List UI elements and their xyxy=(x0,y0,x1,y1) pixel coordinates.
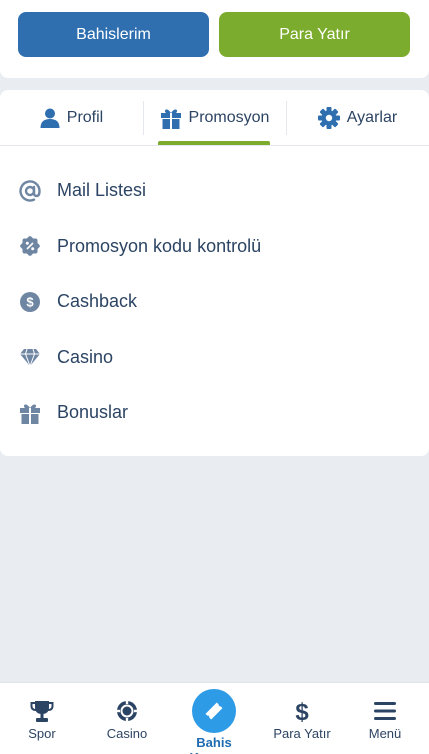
tab-profile-label: Profil xyxy=(66,109,104,126)
menu-item-label: Promosyon kodu kontrolü xyxy=(57,235,262,256)
nav-deposit[interactable]: $ Para Yatır xyxy=(262,683,342,754)
at-icon xyxy=(18,179,42,203)
user-icon xyxy=(40,108,60,128)
nav-bet-slip[interactable]: Bahis Kuponu xyxy=(170,683,258,754)
active-tab-indicator xyxy=(158,141,270,145)
menu-item-mail-list[interactable]: Mail Listesi xyxy=(0,163,429,219)
menu-item-label: Cashback xyxy=(57,291,138,312)
nav-casino[interactable]: Casino xyxy=(87,683,167,754)
gift-icon xyxy=(18,401,42,425)
menu-item-label: Mail Listesi xyxy=(57,180,147,201)
deposit-button[interactable]: Para Yatır xyxy=(219,12,410,57)
tab-promotion[interactable]: Promosyon xyxy=(143,90,286,146)
bottom-navigation: Spor Casino Bahis $ Para Yatır Menü xyxy=(0,682,429,754)
nav-menu-label: Menü xyxy=(368,726,402,741)
tab-settings[interactable]: Ayarlar xyxy=(286,90,429,146)
nav-deposit-label: Para Yatır xyxy=(273,726,331,741)
tab-settings-label: Ayarlar xyxy=(346,109,398,126)
percent-badge-icon xyxy=(18,234,42,258)
hamburger-icon xyxy=(373,699,397,723)
menu-item-cashback[interactable]: $ Cashback xyxy=(0,274,429,330)
account-panel: Profil Promosyon Ayarlar Mail Listesi Pr… xyxy=(0,90,429,456)
menu-item-label: Casino xyxy=(57,346,114,367)
gift-icon xyxy=(160,109,181,129)
tab-profile[interactable]: Profil xyxy=(0,90,143,146)
ticket-icon xyxy=(192,689,236,733)
nav-sports[interactable]: Spor xyxy=(2,683,82,754)
menu-item-bonuses[interactable]: Bonuslar xyxy=(0,385,429,441)
tab-promotion-label: Promosyon xyxy=(188,109,270,126)
menu-item-label: Bonuslar xyxy=(57,402,129,423)
trophy-icon xyxy=(30,699,54,723)
poker-chip-icon xyxy=(115,699,139,723)
nav-bet-slip-label: Bahis Kuponu xyxy=(189,735,238,754)
gear-icon xyxy=(317,107,340,129)
menu-item-promo-code-check[interactable]: Promosyon kodu kontrolü xyxy=(0,219,429,275)
diamond-icon xyxy=(18,345,42,369)
my-bets-button[interactable]: Bahislerim xyxy=(18,12,209,57)
top-action-bar: Bahislerim Para Yatır xyxy=(0,0,429,78)
nav-menu[interactable]: Menü xyxy=(345,683,425,754)
nav-sports-label: Spor xyxy=(28,726,56,741)
promotion-menu: Mail Listesi Promosyon kodu kontrolü $ C… xyxy=(0,163,429,441)
dollar-icon: $ xyxy=(290,699,314,723)
svg-text:$: $ xyxy=(26,294,34,309)
account-tabs: Profil Promosyon Ayarlar xyxy=(0,90,429,146)
nav-casino-label: Casino xyxy=(106,726,148,741)
menu-item-casino[interactable]: Casino xyxy=(0,330,429,386)
dollar-coin-icon: $ xyxy=(18,290,42,314)
svg-text:$: $ xyxy=(295,699,309,723)
